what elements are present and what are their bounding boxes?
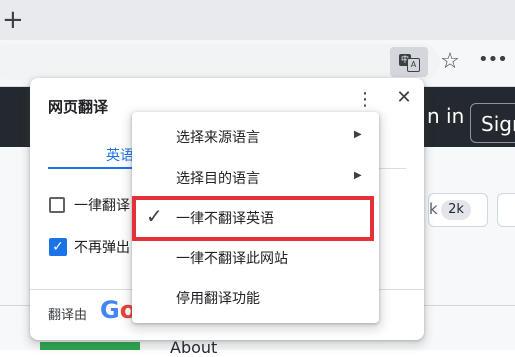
- submenu-arrow-icon: ▶: [354, 129, 362, 140]
- tab-underline: [48, 167, 144, 169]
- menu-item-label: 停用翻译功能: [176, 291, 260, 307]
- no-popup-checkbox[interactable]: ✓: [49, 238, 67, 256]
- footer-text: 翻译由: [48, 308, 88, 323]
- popup-title: 网页翻译: [48, 98, 109, 116]
- submenu-arrow-icon: ▶: [354, 170, 362, 181]
- menu-item-target-language[interactable]: 选择目的语言 ▶: [132, 158, 379, 198]
- sign-in-link[interactable]: n in: [427, 103, 464, 129]
- translate-icon-a: A: [407, 58, 420, 72]
- tab-source-language[interactable]: 英语: [106, 145, 134, 165]
- translate-button[interactable]: 中 A: [390, 47, 428, 77]
- fork-button[interactable]: k 2k: [428, 193, 488, 227]
- google-logo: Go: [100, 296, 136, 324]
- star-repo-button[interactable]: [497, 193, 515, 227]
- plus-icon[interactable]: +: [0, 6, 26, 34]
- menu-item-label: 选择来源语言: [176, 130, 260, 146]
- more-vertical-icon[interactable]: ⋮: [356, 88, 374, 112]
- google-logo-g: G: [100, 296, 120, 324]
- address-bar[interactable]: [0, 44, 440, 80]
- sign-up-button[interactable]: Sign: [470, 103, 515, 143]
- star-icon[interactable]: ☆: [438, 50, 462, 74]
- fork-label: k: [429, 200, 438, 218]
- no-popup-label[interactable]: 不再弹出: [74, 237, 130, 257]
- highlight-box: [132, 196, 374, 241]
- always-translate-label[interactable]: 一律翻译: [74, 195, 130, 215]
- code-button[interactable]: [40, 342, 140, 350]
- fork-count: 2k: [441, 200, 471, 220]
- menu-item-label: 一律不翻译此网站: [176, 251, 288, 267]
- about-heading: About: [170, 338, 218, 357]
- menu-item-never-translate-site[interactable]: 一律不翻译此网站: [132, 238, 379, 278]
- more-horizontal-icon[interactable]: •••: [478, 50, 508, 74]
- menu-item-source-language[interactable]: 选择来源语言 ▶: [132, 117, 379, 157]
- menu-item-label: 选择目的语言: [176, 171, 260, 187]
- tab-strip: +: [0, 0, 515, 40]
- always-translate-checkbox[interactable]: [49, 197, 65, 213]
- close-icon[interactable]: ✕: [392, 86, 416, 110]
- menu-item-disable-translate[interactable]: 停用翻译功能: [132, 278, 379, 318]
